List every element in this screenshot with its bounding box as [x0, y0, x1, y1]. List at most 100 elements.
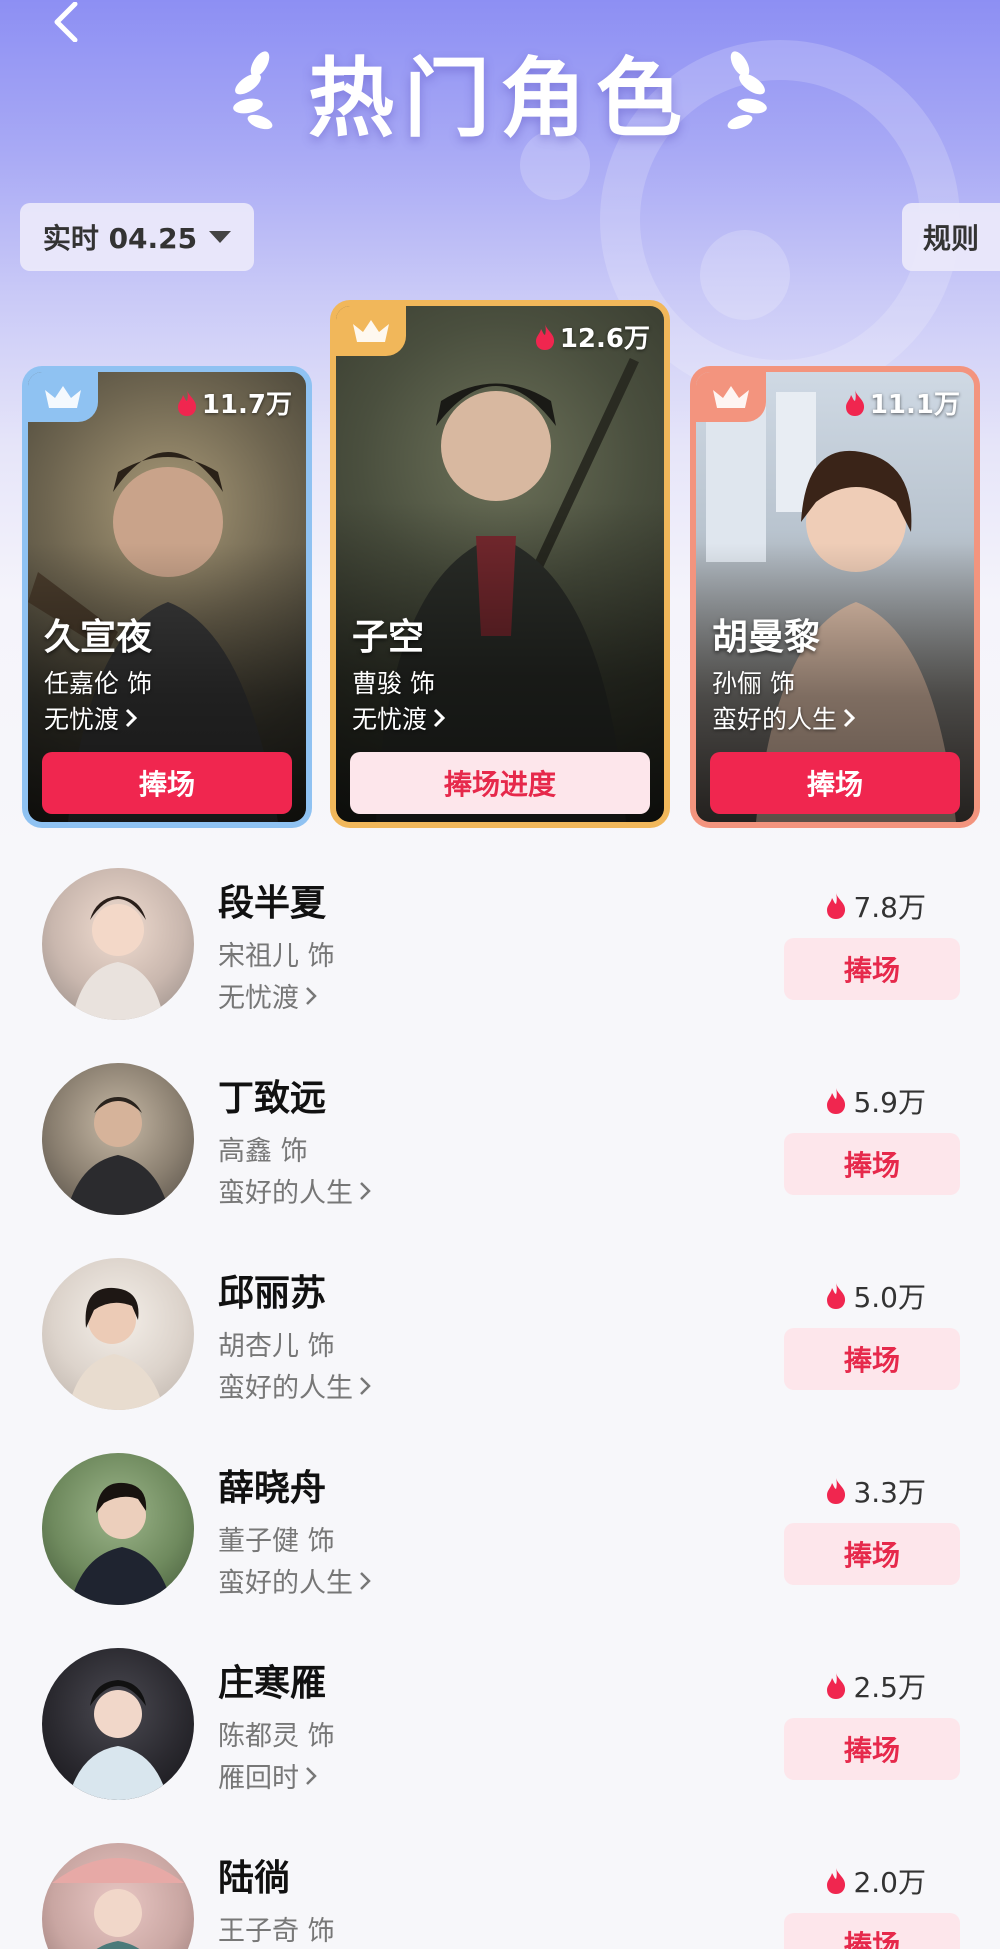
- laurel-right-icon: [727, 51, 767, 130]
- page-title: 热门角色: [308, 48, 692, 149]
- title-row: 热门角色: [0, 35, 1000, 149]
- show-link[interactable]: 无忧渡: [352, 700, 446, 736]
- show-label: 无忧渡: [352, 705, 428, 734]
- heat-value: 2.0万: [853, 1866, 926, 1899]
- actor-name: 王子奇 饰: [218, 1916, 335, 1947]
- heat-value: 11.1万: [869, 390, 960, 420]
- cheer-button[interactable]: 捧场: [784, 1913, 960, 1949]
- rules-button[interactable]: 规则: [902, 203, 1000, 271]
- heat-value: 11.7万: [201, 390, 292, 420]
- top-card-rank-3[interactable]: 11.1万 胡曼黎 孙俪 饰 蛮好的人生 捧场: [690, 366, 980, 828]
- character-name: 薛晓舟: [218, 1468, 327, 1509]
- show-label: 蛮好的人生: [218, 1568, 353, 1599]
- card-body: 11.1万 胡曼黎 孙俪 饰 蛮好的人生 捧场: [696, 372, 974, 822]
- chevron-right-icon: [433, 708, 446, 728]
- actor-label: 任嘉伦 饰: [44, 669, 152, 698]
- chevron-right-icon: [360, 1376, 371, 1395]
- cheer-button[interactable]: 捧场: [784, 1718, 960, 1780]
- flame-icon: [827, 1283, 846, 1309]
- actor-name: 陈都灵 饰: [218, 1721, 335, 1752]
- avatar: [42, 868, 194, 1020]
- avatar: [42, 1063, 194, 1215]
- chevron-right-icon: [360, 1571, 371, 1590]
- crown-icon: [713, 386, 749, 408]
- heat-value: 12.6万: [559, 324, 650, 354]
- flame-icon: [827, 1478, 846, 1504]
- show-label: 蛮好的人生: [218, 1178, 353, 1209]
- cheer-label: 捧场: [138, 768, 195, 801]
- actor-name: 董子健 饰: [218, 1526, 335, 1557]
- chevron-right-icon: [306, 1766, 317, 1785]
- crown-badge: [28, 372, 98, 422]
- heat-count: 3.3万: [825, 1471, 926, 1511]
- flame-icon: [535, 323, 554, 350]
- show-label: 无忧渡: [218, 983, 299, 1014]
- actor-label: 孙俪 饰: [712, 669, 795, 698]
- avatar: [42, 1453, 194, 1605]
- actor-name: 曹骏 饰: [352, 664, 435, 700]
- flame-icon: [827, 1868, 846, 1894]
- heat-value: 2.5万: [853, 1671, 926, 1704]
- cheer-button[interactable]: 捧场: [42, 752, 292, 814]
- character-name: 丁致远: [218, 1078, 327, 1119]
- cheer-label: 捧场: [843, 1344, 900, 1377]
- crown-icon: [45, 386, 81, 408]
- cheer-button[interactable]: 捧场: [784, 938, 960, 1000]
- cheer-label: 捧场: [843, 954, 900, 987]
- show-link[interactable]: 蛮好的人生: [712, 700, 856, 736]
- flame-icon: [827, 1673, 846, 1699]
- crown-icon: [353, 320, 389, 342]
- heat-count: 12.6万: [534, 318, 650, 355]
- actor-name: 任嘉伦 饰: [44, 664, 152, 700]
- triangle-down-icon: [209, 231, 232, 243]
- chevron-right-icon: [125, 708, 138, 728]
- cheer-button[interactable]: 捧场: [784, 1328, 960, 1390]
- chevron-right-icon: [306, 986, 317, 1005]
- cheer-label: 捧场: [843, 1539, 900, 1572]
- list-item[interactable]: 丁致远 高鑫 饰 蛮好的人生 5.9万 捧场: [0, 1045, 1000, 1240]
- laurel-left-icon: [233, 51, 273, 130]
- date-dropdown[interactable]: 实时 04.25: [20, 203, 254, 271]
- crown-badge: [696, 372, 766, 422]
- cheer-button[interactable]: 捧场: [784, 1133, 960, 1195]
- actor-name: 胡杏儿 饰: [218, 1331, 335, 1362]
- list-item[interactable]: 薛晓舟 董子健 饰 蛮好的人生 3.3万 捧场: [0, 1435, 1000, 1630]
- list-item[interactable]: 段半夏 宋祖儿 饰 无忧渡 7.8万 捧场: [0, 850, 1000, 1045]
- actor-name: 宋祖儿 饰: [218, 941, 335, 972]
- flame-icon: [177, 389, 196, 416]
- top-card-rank-2[interactable]: 11.7万 久宣夜 任嘉伦 饰 无忧渡 捧场: [22, 366, 312, 828]
- show-label: 蛮好的人生: [218, 1373, 353, 1404]
- show-link[interactable]: 无忧渡: [218, 976, 317, 1015]
- flame-icon: [845, 389, 864, 416]
- cheer-label: 捧场: [806, 768, 863, 801]
- card-body: 11.7万 久宣夜 任嘉伦 饰 无忧渡 捧场: [28, 372, 306, 822]
- list-item[interactable]: 庄寒雁 陈都灵 饰 雁回时 2.5万 捧场: [0, 1630, 1000, 1825]
- character-name: 胡曼黎: [712, 617, 821, 658]
- show-label: 雁回时: [218, 1763, 299, 1794]
- actor-label: 曹骏 饰: [352, 669, 435, 698]
- show-link[interactable]: 蛮好的人生: [218, 1171, 371, 1210]
- heat-count: 2.0万: [825, 1861, 926, 1901]
- date-label: 实时 04.25: [42, 222, 198, 255]
- top-card-rank-1[interactable]: 12.6万 子空 曹骏 饰 无忧渡 捧场进度: [330, 300, 670, 828]
- cheer-label: 捧场: [843, 1929, 900, 1949]
- show-link[interactable]: 蛮好的人生: [218, 1561, 371, 1600]
- character-name: 邱丽苏: [218, 1273, 327, 1314]
- heat-value: 3.3万: [853, 1476, 926, 1509]
- cheer-button[interactable]: 捧场: [784, 1523, 960, 1585]
- list-item[interactable]: 陆徜 王子奇 饰 2.0万 捧场: [0, 1825, 1000, 1949]
- list-item[interactable]: 邱丽苏 胡杏儿 饰 蛮好的人生 5.0万 捧场: [0, 1240, 1000, 1435]
- show-label: 蛮好的人生: [712, 705, 838, 734]
- show-link[interactable]: 雁回时: [218, 1756, 317, 1795]
- heat-value: 5.0万: [853, 1281, 926, 1314]
- character-name: 陆徜: [218, 1858, 291, 1899]
- cheer-progress-button[interactable]: 捧场进度: [350, 752, 650, 814]
- show-link[interactable]: 蛮好的人生: [218, 1366, 371, 1405]
- cheer-button[interactable]: 捧场: [710, 752, 960, 814]
- character-name: 子空: [352, 617, 425, 658]
- heat-count: 7.8万: [825, 886, 926, 926]
- chevron-right-icon: [360, 1181, 371, 1200]
- heat-count: 5.0万: [825, 1276, 926, 1316]
- avatar: [42, 1843, 194, 1949]
- show-link[interactable]: 无忧渡: [44, 700, 138, 736]
